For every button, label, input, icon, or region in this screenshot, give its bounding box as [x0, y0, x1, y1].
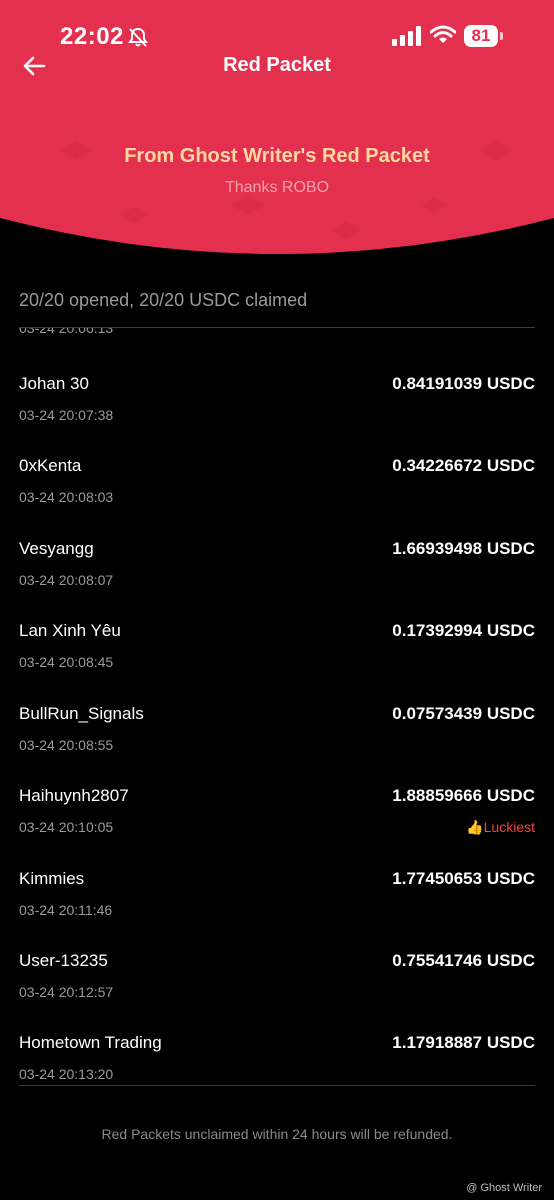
- packet-sender-title: From Ghost Writer's Red Packet: [124, 145, 430, 167]
- claims-list[interactable]: 03-24 20:06:13 Johan 30 0.84191039 USDC …: [0, 328, 554, 1085]
- claimer-name: Johan 30: [19, 374, 89, 393]
- claim-time: 03-24 20:07:38: [19, 407, 114, 423]
- claim-time: 03-24 20:08:07: [19, 572, 114, 588]
- claim-amount: 1.66939498 USDC: [392, 539, 535, 558]
- claim-row: User-13235 0.75541746 USDC 03-24 20:12:5…: [0, 951, 554, 1033]
- claim-row: Kimmies 1.77450653 USDC 03-24 20:11:46: [0, 869, 554, 951]
- packet-message: Thanks ROBO: [224, 179, 330, 196]
- claim-time: 03-24 20:12:57: [19, 984, 114, 1000]
- claimer-name: User-13235: [19, 951, 108, 970]
- claim-row: BullRun_Signals 0.07573439 USDC 03-24 20…: [0, 704, 554, 786]
- claim-amount: 1.17918887 USDC: [392, 1033, 535, 1052]
- red-packet-header: 22:02 81 Red Packet From Ghost Writer's …: [0, 0, 554, 255]
- luckiest-badge: 👍Luckiest: [466, 819, 535, 835]
- claim-amount: 0.07573439 USDC: [392, 704, 535, 723]
- claimer-name: Haihuynh2807: [19, 786, 129, 805]
- claim-amount: 0.17392994 USDC: [392, 621, 535, 640]
- claimer-name: BullRun_Signals: [19, 704, 144, 723]
- claim-summary: 20/20 opened, 20/20 USDC claimed: [19, 290, 308, 310]
- claim-time: 03-24 20:11:46: [19, 902, 113, 918]
- claim-amount: 1.88859666 USDC: [392, 786, 535, 805]
- battery-tip: [500, 32, 503, 40]
- claim-time: 03-24 20:08:45: [19, 654, 114, 670]
- claim-amount: 0.84191039 USDC: [392, 374, 535, 393]
- page-title: Red Packet: [223, 54, 331, 76]
- claim-time: 03-24 20:10:05: [19, 819, 114, 835]
- claim-row: Vesyangg 1.66939498 USDC 03-24 20:08:07: [0, 539, 554, 621]
- claim-row: Haihuynh2807 1.88859666 USDC 03-24 20:10…: [0, 786, 554, 868]
- claimer-name: Lan Xinh Yêu: [19, 621, 121, 640]
- claim-amount: 0.75541746 USDC: [392, 951, 535, 970]
- wifi-icon: [430, 25, 456, 43]
- claim-time: 03-24 20:08:03: [19, 489, 114, 505]
- claim-amount: 0.34226672 USDC: [392, 456, 535, 475]
- claim-row: Lan Xinh Yêu 0.17392994 USDC 03-24 20:08…: [0, 621, 554, 703]
- signal-icon: [392, 26, 421, 46]
- status-time: 22:02: [60, 23, 124, 50]
- refund-note: Red Packets unclaimed within 24 hours wi…: [101, 1126, 453, 1142]
- battery-icon: 81: [464, 25, 498, 47]
- watermark: @ Ghost Writer: [466, 1182, 542, 1194]
- claim-row: 0xKenta 0.34226672 USDC 03-24 20:08:03: [0, 456, 554, 538]
- claim-row: Johan 30 0.84191039 USDC 03-24 20:07:38: [0, 374, 554, 456]
- claimer-name: 0xKenta: [19, 456, 82, 475]
- claim-time: 03-24 20:08:55: [19, 737, 114, 753]
- bell-off-icon: [128, 27, 148, 47]
- claimer-name: Hometown Trading: [19, 1033, 162, 1052]
- partial-row-time: 03-24 20:06:13: [19, 328, 114, 336]
- claim-time: 03-24 20:13:20: [19, 1066, 114, 1082]
- claimer-name: Kimmies: [19, 869, 85, 888]
- claim-row: Hometown Trading 1.17918887 USDC 03-24 2…: [0, 1033, 554, 1085]
- bottom-divider: [19, 1085, 535, 1086]
- claimer-name: Vesyangg: [19, 539, 94, 558]
- claim-amount: 1.77450653 USDC: [392, 869, 535, 888]
